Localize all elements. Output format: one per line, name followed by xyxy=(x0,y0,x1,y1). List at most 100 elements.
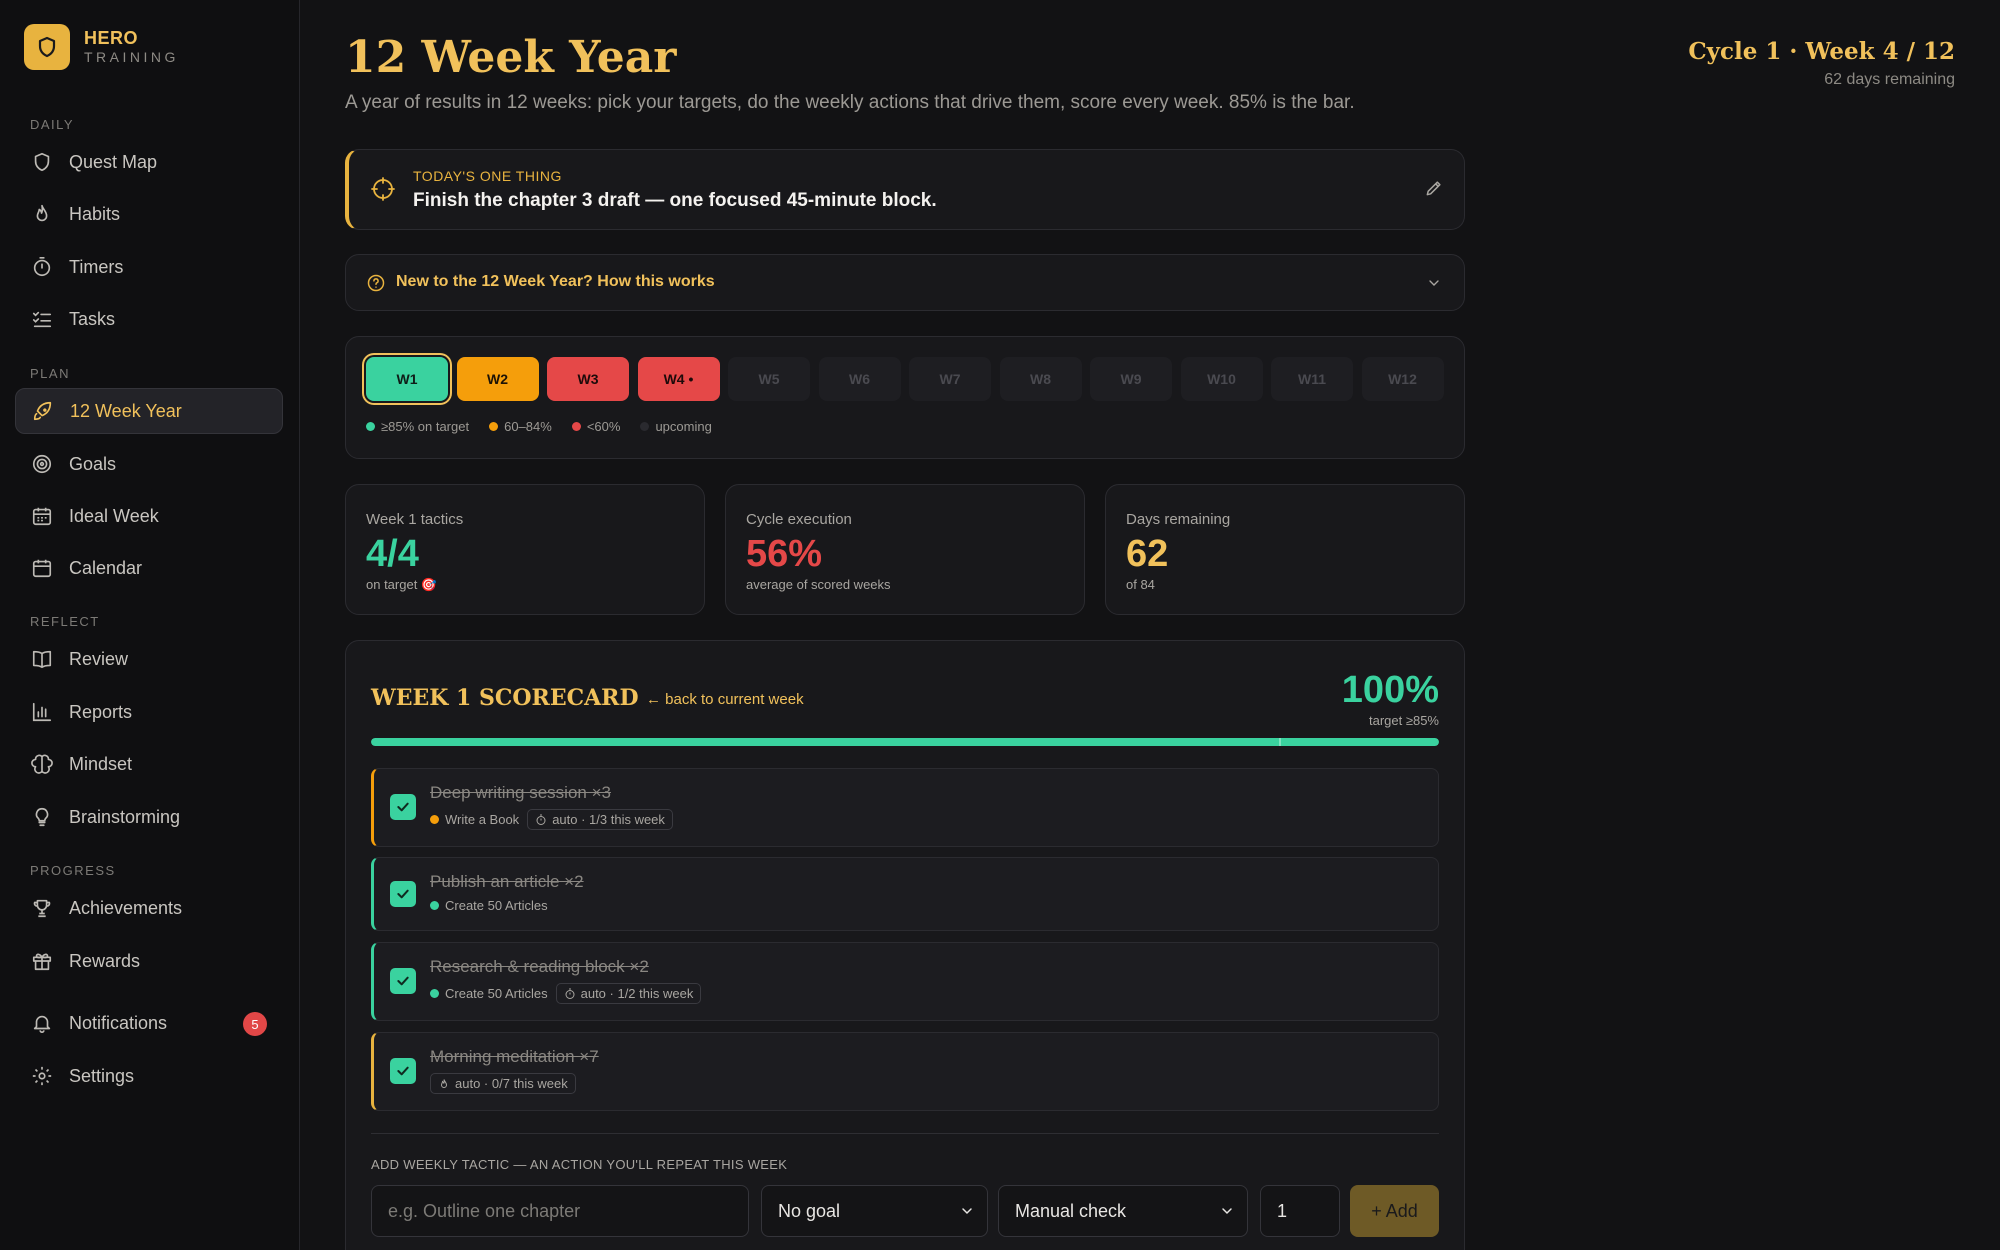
check-icon xyxy=(397,889,409,899)
stat-value: 4/4 xyxy=(366,533,419,575)
tactic-checkbox[interactable] xyxy=(390,1058,416,1084)
sidebar-item-review[interactable]: Review xyxy=(15,636,283,682)
sidebar-item-quest-map[interactable]: Quest Map xyxy=(15,139,283,185)
section-plan: PLAN xyxy=(30,366,70,381)
brain-icon xyxy=(31,753,53,775)
week-button-w2[interactable]: W2 xyxy=(456,357,539,401)
tactic-name-input[interactable]: e.g. Outline one chapter xyxy=(371,1185,749,1237)
sidebar-item-label: Goals xyxy=(69,453,117,474)
week-button-w8[interactable]: W8 xyxy=(999,357,1082,401)
notification-count-badge: 5 xyxy=(243,1012,267,1036)
sidebar-item-label: Rewards xyxy=(69,950,141,971)
sidebar-item-brainstorming[interactable]: Brainstorming xyxy=(15,794,283,840)
chevron-down-icon xyxy=(1426,275,1442,296)
week-button-w3[interactable]: W3 xyxy=(547,357,629,401)
stopwatch-icon xyxy=(565,988,575,999)
tactic-checkbox[interactable] xyxy=(390,968,416,994)
auto-tag: auto · 1/3 this week xyxy=(527,809,673,830)
one-thing-text: Finish the chapter 3 draft — one focused… xyxy=(413,190,937,211)
week-button-w4[interactable]: W4 • xyxy=(637,357,720,401)
legend-label: 60–84% xyxy=(504,419,552,434)
sidebar-item-label: Reports xyxy=(69,701,133,722)
sidebar-item-tasks[interactable]: Tasks xyxy=(15,296,283,342)
check-icon xyxy=(397,976,409,986)
tactic-name: Morning meditation ×7 xyxy=(430,1047,599,1066)
pencil-icon[interactable] xyxy=(1424,178,1444,203)
week-button-w9[interactable]: W9 xyxy=(1090,357,1172,401)
back-to-current-week-link[interactable]: ← back to current week xyxy=(646,691,804,708)
tactic-checkbox[interactable] xyxy=(390,881,416,907)
tracking-mode-value: Manual check xyxy=(1015,1200,1127,1221)
goal-tag: Create 50 Articles xyxy=(430,898,548,913)
sidebar-item-12-week-year[interactable]: 12 Week Year xyxy=(15,388,283,434)
week-button-w7[interactable]: W7 xyxy=(909,357,991,401)
sidebar-item-settings[interactable]: Settings xyxy=(15,1053,283,1099)
section-daily: DAILY xyxy=(30,117,75,132)
tactic-row: Deep writing session ×3 Write a Book aut… xyxy=(371,768,1439,847)
cycle-days-remaining: 62 days remaining xyxy=(1824,71,1955,88)
sidebar-item-notifications[interactable]: Notifications 5 xyxy=(15,1000,283,1046)
goal-name: Create 50 Articles xyxy=(445,986,548,1001)
stat-sub: of 84 xyxy=(1126,577,1155,592)
flame-icon xyxy=(440,1078,448,1088)
legend-label: ≥85% on target xyxy=(381,419,470,434)
sidebar-item-ideal-week[interactable]: Ideal Week xyxy=(15,493,283,539)
week-button-w5[interactable]: W5 xyxy=(728,357,810,401)
stat-sub: on target 🎯 xyxy=(366,577,438,592)
sidebar-item-label: Achievements xyxy=(69,897,183,918)
stat-value: 62 xyxy=(1126,533,1169,575)
week-button-w11[interactable]: W11 xyxy=(1271,357,1353,401)
week-button-w12[interactable]: W12 xyxy=(1361,357,1444,401)
sidebar-item-mindset[interactable]: Mindset xyxy=(15,741,283,787)
sidebar-item-label: Review xyxy=(69,648,129,669)
week-legend: ≥85% on target 60–84% <60% upcoming xyxy=(366,419,732,434)
target-count-input[interactable]: 1 xyxy=(1260,1185,1340,1237)
week-scorecard: WEEK 1 SCORECARD ← back to current week … xyxy=(345,640,1465,1250)
sidebar-item-calendar[interactable]: Calendar xyxy=(15,545,283,591)
bell-icon xyxy=(31,1012,53,1034)
sidebar-item-goals[interactable]: Goals xyxy=(15,441,283,487)
flame-icon xyxy=(31,203,53,225)
week-button-w10[interactable]: W10 xyxy=(1180,357,1263,401)
target-icon xyxy=(31,453,53,475)
scorecard-progress-bar xyxy=(371,738,1439,746)
brand[interactable]: HERO TRAINING xyxy=(24,24,179,70)
stat-label: Week 1 tactics xyxy=(366,511,464,528)
tracking-mode-select[interactable]: Manual check xyxy=(998,1185,1248,1237)
tactic-meta: Write a Book auto · 1/3 this week xyxy=(430,809,673,830)
check-icon xyxy=(397,802,409,812)
tactic-checkbox[interactable] xyxy=(390,794,416,820)
chevron-down-icon xyxy=(1222,1208,1232,1215)
auto-tag: auto · 0/7 this week xyxy=(430,1073,576,1094)
sidebar-item-timers[interactable]: Timers xyxy=(15,244,283,290)
week-selector: W1 W2 W3 W4 • W5 W6 W7 W8 W9 W10 W11 W12 ≥85% on ta… xyxy=(345,336,1465,459)
legend-dot-orange xyxy=(489,422,499,431)
sidebar-item-reports[interactable]: Reports xyxy=(15,689,283,735)
tactic-row: Morning meditation ×7 auto · 0/7 this we… xyxy=(371,1032,1439,1111)
trophy-icon xyxy=(31,897,53,919)
sidebar-item-label: Quest Map xyxy=(69,151,158,172)
page-subtitle: A year of results in 12 weeks: pick your… xyxy=(345,92,1355,113)
how-it-works-toggle[interactable]: New to the 12 Week Year? How this works xyxy=(345,254,1465,311)
sidebar-item-habits[interactable]: Habits xyxy=(15,191,283,237)
sidebar-item-rewards[interactable]: Rewards xyxy=(15,938,283,984)
section-progress: PROGRESS xyxy=(30,863,116,878)
legend-label: <60% xyxy=(586,419,621,434)
check-icon xyxy=(397,1066,409,1076)
scorecard-title: WEEK 1 SCORECARD xyxy=(371,685,639,711)
add-tactic-button[interactable]: + Add xyxy=(1350,1185,1439,1237)
calendar-icon xyxy=(31,557,53,579)
sidebar-item-label: Tasks xyxy=(69,308,116,329)
sidebar-item-label: Mindset xyxy=(69,753,133,774)
goal-dot xyxy=(430,815,439,824)
week-button-w6[interactable]: W6 xyxy=(818,357,901,401)
stopwatch-icon xyxy=(536,814,546,825)
sidebar: HERO TRAINING DAILY Quest Map Habits Tim… xyxy=(0,0,300,1250)
cycle-label: Cycle 1 · Week 4 / 12 xyxy=(1688,38,1955,65)
stat-card-tactics: Week 1 tactics 4/4 on target 🎯 xyxy=(345,484,705,615)
week-button-w1[interactable]: W1 xyxy=(366,357,448,401)
auto-text: auto · 0/7 this week xyxy=(455,1076,568,1091)
sidebar-item-achievements[interactable]: Achievements xyxy=(15,885,283,931)
goal-select[interactable]: No goal xyxy=(761,1185,988,1237)
legend-dot-red xyxy=(571,422,581,431)
